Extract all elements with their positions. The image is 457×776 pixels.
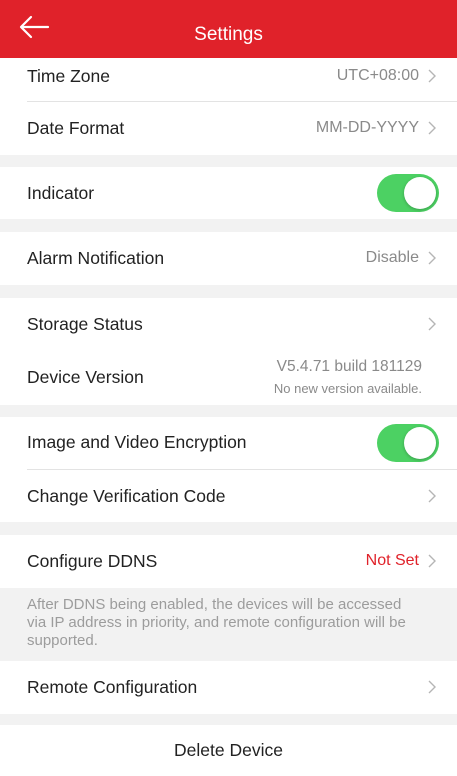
encryption-row: Image and Video Encryption [0,417,457,469]
alarm-notification-row[interactable]: Alarm Notification Disable [0,232,457,285]
delete-device-container: Delete Device [0,725,457,776]
app-header: Settings [0,0,457,58]
chevron-right-icon [428,317,436,331]
delete-device-button[interactable]: Delete Device [0,740,457,761]
ddns-description: After DDNS being enabled, the devices wi… [27,596,406,649]
alarm-notification-label: Alarm Notification [27,248,165,268]
storage-status-label: Storage Status [27,314,143,334]
time-zone-label: Time Zone [27,66,110,86]
time-zone-value: UTC+08:00 [336,67,419,84]
indicator-label: Indicator [27,183,95,203]
encryption-group: Image and Video Encryption Change Verifi… [0,417,457,522]
date-format-value: MM-DD-YYYY [315,119,419,136]
device-version-row: Device Version V5.4.71 build 181129 No n… [0,350,457,405]
time-zone-row[interactable]: Time Zone UTC+08:00 [0,58,457,102]
page-title: Settings [194,24,263,45]
date-format-label: Date Format [27,118,125,138]
configure-ddns-label: Configure DDNS [27,551,158,571]
device-version-label: Device Version [27,367,144,387]
device-version-status: No new version available. [273,381,422,396]
indicator-toggle[interactable] [377,174,439,212]
storage-status-row[interactable]: Storage Status [0,298,457,350]
date-format-row[interactable]: Date Format MM-DD-YYYY [0,102,457,155]
indicator-row: Indicator [0,167,457,219]
chevron-right-icon [428,69,436,83]
remote-configuration-row[interactable]: Remote Configuration [0,661,457,714]
toggle-knob [404,177,436,209]
chevron-right-icon [428,121,436,135]
chevron-right-icon [428,680,436,694]
chevron-right-icon [428,251,436,265]
configure-ddns-row[interactable]: Configure DDNS Not Set [0,535,457,588]
chevron-right-icon [428,489,436,503]
toggle-knob [404,427,436,459]
change-verification-code-label: Change Verification Code [27,486,226,506]
time-date-group: Time Zone UTC+08:00 Date Format MM-DD-YY… [0,58,457,155]
ddns-status-value: Not Set [365,552,419,569]
encryption-label: Image and Video Encryption [27,432,247,452]
remote-configuration-label: Remote Configuration [27,677,198,697]
storage-version-group: Storage Status Device Version V5.4.71 bu… [0,298,457,405]
device-version-number: V5.4.71 build 181129 [276,358,422,375]
chevron-right-icon [428,554,436,568]
encryption-toggle[interactable] [377,424,439,462]
alarm-notification-value: Disable [365,249,419,266]
change-verification-code-row[interactable]: Change Verification Code [0,470,457,522]
